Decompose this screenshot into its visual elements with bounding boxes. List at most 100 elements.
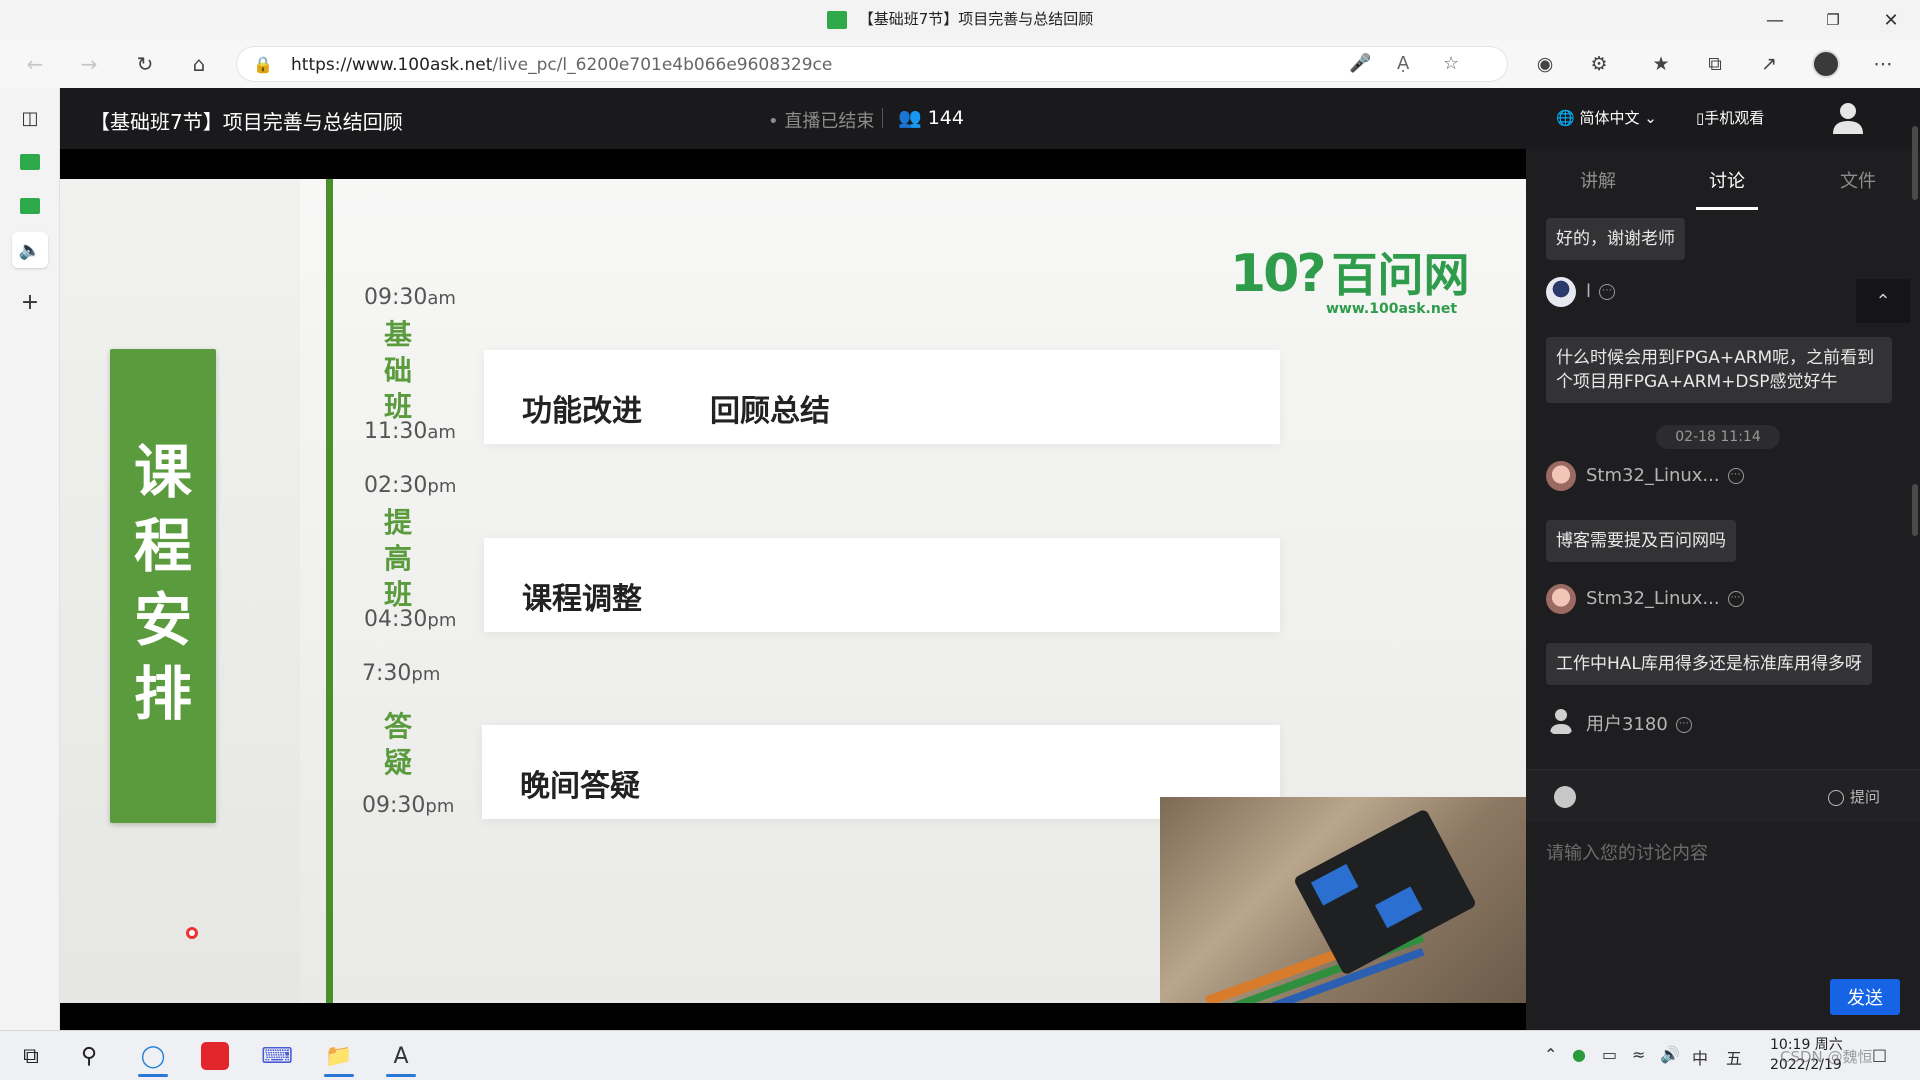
radio-icon: [1828, 789, 1844, 806]
vertical-tab-2[interactable]: [12, 188, 48, 224]
page-scrollbar-thumb[interactable]: [1912, 126, 1918, 200]
speaker-icon[interactable]: 🔈: [12, 232, 48, 268]
brand-logo: 10? 百问网 www.100ask.net: [1230, 239, 1470, 317]
volume-icon[interactable]: 🔊: [1660, 1045, 1680, 1064]
home-icon[interactable]: ⌂: [182, 48, 216, 80]
browser-sidebar: ◫ 🔈 +: [0, 88, 60, 1030]
tray-app-icon[interactable]: ●: [1572, 1045, 1586, 1064]
user-avatar-icon[interactable]: [1828, 98, 1868, 138]
notification-icon[interactable]: □: [1872, 1045, 1887, 1064]
user-avatar: [1546, 277, 1576, 307]
search-icon[interactable]: ⚲: [64, 1037, 114, 1075]
chevron-down-icon: ⌄: [1644, 109, 1657, 127]
panel-char: 排: [133, 660, 192, 728]
panel-title: 课程安排: [110, 435, 216, 731]
wifi-icon[interactable]: ≈: [1632, 1045, 1645, 1064]
chat-input-toolbar: 提问: [1526, 770, 1920, 822]
chat-message: 博客需要提及百问网吗: [1546, 520, 1736, 562]
url-text[interactable]: https://www.100ask.net/live_pc/l_6200e70…: [291, 55, 832, 75]
ime-indicator[interactable]: 中: [1692, 1045, 1708, 1069]
section-char: 提: [383, 506, 412, 539]
emoji-icon[interactable]: [1554, 786, 1576, 808]
edge-browser-icon[interactable]: ◯: [128, 1037, 178, 1077]
course-slide: 课程安排 10? 百问网 www.100ask.net 09:30am 基础班 1…: [60, 179, 1526, 1003]
people-icon: 👥: [898, 107, 922, 129]
tracking-icon[interactable]: ◉: [1528, 48, 1562, 80]
time-start: 02:30pm: [364, 473, 457, 498]
forward-icon[interactable]: →: [72, 48, 106, 80]
chat-tabs: 讲解 讨论 文件: [1526, 149, 1920, 211]
card-item: 课程调整: [522, 582, 642, 617]
tab-lecture[interactable]: 讲解: [1538, 167, 1658, 193]
add-favorite-icon[interactable]: ☆: [1443, 53, 1459, 74]
window-title-bar: 【基础班7节】项目完善与总结回顾 — ❐ ✕: [0, 0, 1920, 40]
usb-port: [1375, 886, 1423, 929]
circuit-board: [1292, 808, 1478, 976]
favorites-icon[interactable]: ★: [1644, 48, 1678, 80]
windows-start-icon[interactable]: ⧉: [6, 1037, 56, 1075]
more-options-icon[interactable]: ⋯: [1727, 468, 1744, 484]
share-icon[interactable]: ↗: [1752, 48, 1786, 80]
profile-avatar[interactable]: [1812, 50, 1840, 78]
site-favicon-icon: [826, 10, 847, 29]
chat-scrollbar-thumb[interactable]: [1912, 484, 1918, 536]
send-button[interactable]: 发送: [1830, 979, 1900, 1015]
section-label: 答疑: [378, 709, 418, 781]
tab-discussion[interactable]: 讨论: [1667, 167, 1787, 193]
schedule-panel: 课程安排: [110, 349, 216, 939]
discussion-input[interactable]: [1546, 839, 1900, 959]
file-explorer-icon[interactable]: 📁: [314, 1037, 364, 1077]
new-tab-icon[interactable]: +: [12, 284, 48, 320]
browser-toolbar: ← → ↻ ⌂ 🔒 https://www.100ask.net/live_pc…: [0, 40, 1920, 88]
user-name: 用户3180: [1586, 714, 1668, 735]
camera-overlay: [1160, 797, 1526, 1003]
more-options-icon[interactable]: ⋯: [1727, 591, 1744, 607]
active-tab-indicator: [1696, 207, 1758, 210]
window-title: 【基础班7节】项目完善与总结回顾: [0, 8, 1920, 29]
more-options-icon[interactable]: ⋯: [1675, 717, 1692, 733]
address-bar[interactable]: 🔒 https://www.100ask.net/live_pc/l_6200e…: [236, 46, 1508, 82]
ime-mode[interactable]: 五: [1726, 1045, 1742, 1069]
app-icon[interactable]: A: [376, 1037, 426, 1077]
user-name: Stm32_Linux...: [1586, 588, 1720, 609]
chevron-up-icon: ⌃: [1875, 290, 1891, 312]
section-char: 础: [383, 354, 412, 387]
vertical-tab-1[interactable]: [12, 144, 48, 180]
watermark: CSDN @魏恒: [1780, 1048, 1873, 1066]
refresh-icon[interactable]: ↻: [128, 48, 162, 80]
chat-message: 工作中HAL库用得多还是标准库用得多呀: [1546, 643, 1872, 685]
time-start: 7:30pm: [362, 661, 441, 686]
logo-text: 百问网: [1331, 248, 1470, 302]
minimize-button[interactable]: —: [1752, 0, 1798, 40]
close-window-button[interactable]: ✕: [1868, 0, 1914, 40]
chat-message: 好的，谢谢老师: [1546, 218, 1685, 260]
youdao-icon-shape: [201, 1042, 229, 1070]
restore-button[interactable]: ❐: [1810, 0, 1856, 40]
battery-icon[interactable]: ▭: [1602, 1045, 1617, 1064]
mobile-watch-button[interactable]: ▯手机观看: [1696, 107, 1764, 128]
section-char: 基: [383, 318, 412, 351]
collections-icon[interactable]: ⧉: [1698, 48, 1732, 80]
logo-url: www.100ask.net: [1326, 301, 1458, 317]
more-options-icon[interactable]: ⋯: [1599, 284, 1616, 300]
back-icon[interactable]: ←: [18, 48, 52, 80]
youdao-icon[interactable]: [190, 1037, 240, 1075]
tray-chevron-up-icon[interactable]: ⌃: [1544, 1045, 1557, 1064]
viewer-count: 👥 144: [898, 107, 964, 129]
terminal-app-icon[interactable]: ⌨: [252, 1037, 302, 1075]
scroll-top-button[interactable]: ⌃: [1856, 279, 1910, 323]
ask-question-toggle[interactable]: 提问: [1828, 786, 1880, 807]
language-select[interactable]: 🌐 简体中文 ⌄: [1556, 107, 1657, 128]
microphone-icon[interactable]: 🎤: [1349, 53, 1371, 74]
video-player[interactable]: 课程安排 10? 百问网 www.100ask.net 09:30am 基础班 1…: [60, 149, 1526, 1030]
time-start: 09:30am: [364, 285, 456, 310]
tab-actions-icon[interactable]: ◫: [12, 100, 48, 136]
extensions-icon[interactable]: ⚙: [1582, 48, 1616, 80]
user-name: Stm32_Linux...: [1586, 465, 1720, 486]
date-separator: 02-18 11:14: [1656, 425, 1780, 449]
tab-files[interactable]: 文件: [1798, 167, 1918, 193]
live-status: • 直播已结束: [768, 111, 875, 132]
read-aloud-icon[interactable]: Ạ: [1397, 53, 1409, 74]
more-menu-icon[interactable]: ⋯: [1866, 48, 1900, 80]
section-label: 提高班: [378, 505, 418, 613]
